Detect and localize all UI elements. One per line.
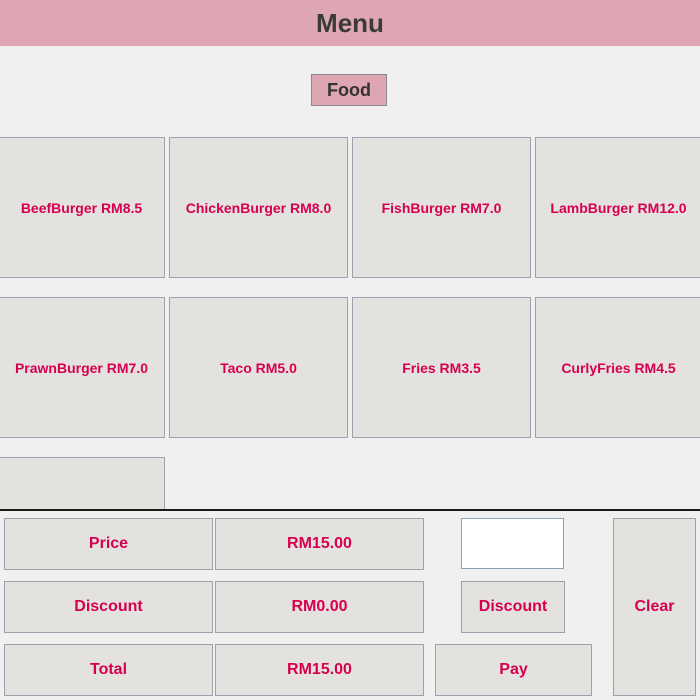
discount-button[interactable]: Discount	[461, 581, 565, 633]
menu-item-beefburger[interactable]: BeefBurger RM8.5	[0, 137, 165, 278]
price-label: Price	[4, 518, 213, 570]
menu-item-lambburger[interactable]: LambBurger RM12.0	[535, 137, 700, 278]
menu-item-taco[interactable]: Taco RM5.0	[169, 297, 348, 438]
menu-item-fishburger[interactable]: FishBurger RM7.0	[352, 137, 531, 278]
discount-value: RM0.00	[215, 581, 424, 633]
menu-header: Menu	[0, 0, 700, 46]
menu-item-fries[interactable]: Fries RM3.5	[352, 297, 531, 438]
tab-food[interactable]: Food	[311, 74, 387, 106]
discount-label: Discount	[4, 581, 213, 633]
clear-button[interactable]: Clear	[613, 518, 696, 696]
total-value: RM15.00	[215, 644, 424, 696]
price-value: RM15.00	[215, 518, 424, 570]
page-title: Menu	[316, 7, 384, 38]
menu-item-partial[interactable]	[0, 457, 165, 509]
discount-input[interactable]	[461, 518, 564, 569]
pay-button[interactable]: Pay	[435, 644, 592, 696]
menu-item-prawnburger[interactable]: PrawnBurger RM7.0	[0, 297, 165, 438]
panel-divider	[0, 509, 700, 511]
total-label: Total	[4, 644, 213, 696]
menu-item-curlyfries[interactable]: CurlyFries RM4.5	[535, 297, 700, 438]
menu-item-chickenburger[interactable]: ChickenBurger RM8.0	[169, 137, 348, 278]
